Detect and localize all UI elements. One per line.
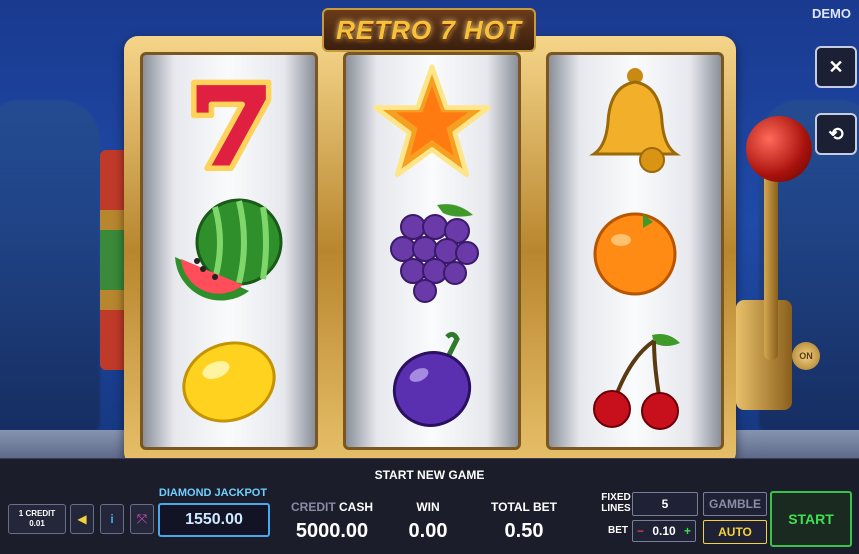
cherries-icon (549, 317, 721, 447)
auto-button[interactable]: AUTO (703, 520, 767, 544)
plum-icon (346, 317, 518, 447)
status-message: START NEW GAME (374, 468, 485, 482)
jackpot-value: 1550.00 (158, 503, 270, 537)
close-button[interactable]: ✕ (815, 46, 857, 88)
info-icon: i (110, 512, 114, 526)
win-label: WIN (416, 500, 440, 514)
start-button[interactable]: START (770, 491, 852, 547)
game-logo: RETRO 7 HOT (322, 8, 536, 52)
cash-tab[interactable]: CASH (339, 500, 373, 514)
bet-stepper[interactable]: − 0.10 + (632, 520, 696, 542)
orange-icon (549, 187, 721, 317)
reel-3 (546, 52, 724, 450)
watermelon-icon (143, 187, 315, 317)
fullscreen-icon: ⤧ (136, 511, 148, 526)
credit-label[interactable]: CREDIT CASH (290, 500, 374, 514)
gamble-button[interactable]: GAMBLE (703, 492, 767, 516)
sound-button[interactable]: ◀ (70, 504, 94, 534)
bet-value: 0.10 (652, 524, 676, 538)
total-bet-label: TOTAL BET (491, 500, 557, 514)
bet-decrease-button[interactable]: − (637, 524, 644, 538)
on-button[interactable]: ON (792, 342, 820, 370)
seven-icon (143, 57, 315, 187)
reel-1 (140, 52, 318, 450)
payline-indicator-bar (100, 150, 124, 370)
history-icon: ⟲ (828, 123, 844, 144)
fixed-lines-value: 5 (632, 492, 698, 516)
bet-increase-button[interactable]: + (684, 524, 691, 538)
win-value: 0.00 (408, 520, 448, 542)
grapes-icon (346, 187, 518, 317)
credit-value: 5000.00 (295, 520, 369, 542)
background-slot-machine-left (0, 100, 100, 430)
fixed-lines-label: FIXED LINES (596, 492, 636, 514)
speaker-icon: ◀ (77, 512, 87, 526)
lever-rod[interactable] (764, 160, 778, 360)
total-bet-value: 0.50 (504, 520, 544, 542)
bell-icon (549, 57, 721, 187)
demo-label: DEMO (812, 6, 851, 21)
credit-denomination-label: 1 CREDIT (18, 509, 56, 518)
lever-knob[interactable] (746, 116, 812, 182)
credit-denomination-value: 0.01 (29, 519, 45, 528)
close-icon: ✕ (828, 56, 844, 77)
fullscreen-button[interactable]: ⤧ (130, 504, 154, 534)
credit-tab[interactable]: CREDIT (291, 500, 336, 514)
jackpot-label: DIAMOND JACKPOT (158, 487, 268, 499)
history-button[interactable]: ⟲ (815, 113, 857, 155)
credit-denomination-button[interactable]: 1 CREDIT 0.01 (8, 504, 66, 534)
bet-label: BET (608, 525, 628, 536)
fixed-lines-label-line2: LINES (601, 503, 631, 514)
reel-2 (343, 52, 521, 450)
fixed-lines-label-line1: FIXED (601, 492, 631, 503)
star-icon (346, 57, 518, 187)
lemon-icon (143, 317, 315, 447)
info-button[interactable]: i (100, 504, 124, 534)
